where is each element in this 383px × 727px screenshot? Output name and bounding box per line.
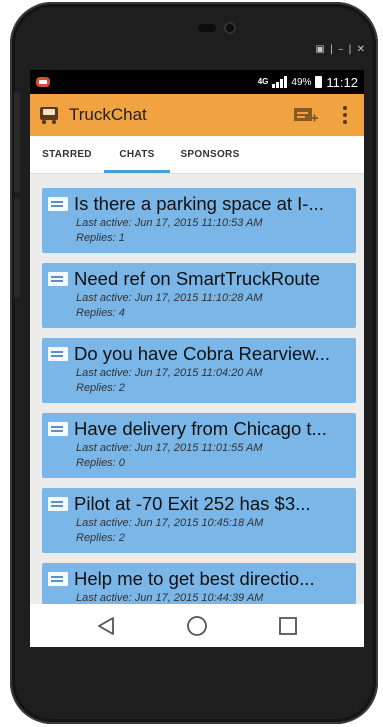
last-active: Last active: Jun 17, 2015 10:45:18 AM bbox=[76, 517, 264, 529]
back-icon bbox=[97, 616, 114, 635]
truck-icon bbox=[37, 105, 61, 125]
message-icon bbox=[48, 497, 68, 511]
tab-bar: STARRED CHATS SPONSORS bbox=[30, 136, 364, 174]
chat-title: Have delivery from Chicago t... bbox=[74, 418, 327, 439]
replies-count: Replies: 4 bbox=[76, 307, 125, 319]
chat-title: Help me to get best directio... bbox=[74, 568, 315, 589]
message-icon bbox=[48, 572, 68, 586]
clock: 11:12 bbox=[326, 74, 358, 90]
chat-title: Do you have Cobra Rearview... bbox=[74, 343, 331, 364]
replies-count: Replies: 2 bbox=[76, 532, 125, 544]
home-button[interactable] bbox=[182, 611, 212, 641]
last-active: Last active: Jun 17, 2015 11:10:28 AM bbox=[76, 292, 263, 304]
last-active: Last active: Jun 17, 2015 11:04:20 AM bbox=[76, 367, 263, 379]
battery-icon bbox=[315, 76, 323, 88]
replies-count: Replies: 0 bbox=[76, 457, 125, 469]
separator-icon: | bbox=[329, 44, 334, 55]
chat-title: Need ref on SmartTruckRoute bbox=[74, 268, 321, 289]
battery-percent: 49% bbox=[291, 76, 312, 88]
new-chat-icon bbox=[294, 108, 318, 122]
recents-icon bbox=[279, 616, 298, 635]
last-active: Last active: Jun 17, 2015 10:44:39 AM bbox=[76, 592, 264, 604]
signal-icon bbox=[272, 76, 288, 88]
replies-count: Replies: 1 bbox=[76, 232, 125, 244]
chat-list[interactable]: Is there a parking space at I-... Last a… bbox=[30, 174, 364, 604]
last-active: Last active: Jun 17, 2015 11:10:53 AM bbox=[76, 217, 263, 229]
close-icon[interactable]: ✕ bbox=[357, 44, 365, 55]
volume-button bbox=[14, 92, 20, 192]
chat-item[interactable]: Pilot at -70 Exit 252 has $3... Last act… bbox=[42, 488, 356, 553]
status-bar: 4G 49% 11:12 bbox=[30, 70, 364, 94]
front-camera bbox=[224, 22, 236, 34]
chat-title: Pilot at -70 Exit 252 has $3... bbox=[74, 493, 311, 514]
power-button bbox=[14, 198, 20, 298]
app-title: TruckChat bbox=[69, 105, 147, 124]
back-button[interactable] bbox=[91, 611, 121, 641]
replies-count: Replies: 2 bbox=[76, 382, 125, 394]
recents-button[interactable] bbox=[273, 611, 303, 641]
new-chat-button[interactable] bbox=[292, 103, 320, 127]
screenshot-icon[interactable]: ▣ bbox=[315, 44, 324, 55]
home-icon bbox=[187, 615, 207, 636]
chat-item[interactable]: Do you have Cobra Rearview... Last activ… bbox=[42, 338, 356, 403]
last-active: Last active: Jun 17, 2015 11:01:55 AM bbox=[76, 442, 263, 454]
message-icon bbox=[48, 197, 68, 211]
device-screen: 4G 49% 11:12 TruckChat STARRED CHATS SPO… bbox=[30, 70, 364, 647]
emulator-window-controls: ▣ | – | ✕ bbox=[315, 44, 365, 55]
minimize-icon[interactable]: – bbox=[338, 44, 343, 55]
chat-item[interactable]: Have delivery from Chicago t... Last act… bbox=[42, 413, 356, 478]
message-icon bbox=[48, 422, 68, 436]
separator-icon: | bbox=[348, 44, 352, 55]
chat-title: Is there a parking space at I-... bbox=[74, 193, 324, 214]
app-bar: TruckChat bbox=[30, 94, 364, 136]
notification-icon bbox=[36, 77, 50, 87]
chat-item[interactable]: Need ref on SmartTruckRoute Last active:… bbox=[42, 263, 356, 328]
network-type: 4G bbox=[257, 77, 269, 86]
navigation-bar bbox=[30, 604, 364, 647]
message-icon bbox=[48, 347, 68, 361]
message-icon bbox=[48, 272, 68, 286]
tab-starred[interactable]: STARRED bbox=[30, 136, 104, 173]
chat-item[interactable]: Is there a parking space at I-... Last a… bbox=[42, 188, 356, 253]
tab-sponsors[interactable]: SPONSORS bbox=[170, 136, 250, 173]
earpiece bbox=[198, 24, 216, 32]
overflow-menu-icon[interactable] bbox=[334, 100, 356, 130]
chat-item[interactable]: Help me to get best directio... Last act… bbox=[42, 563, 356, 604]
tab-chats[interactable]: CHATS bbox=[104, 136, 170, 173]
